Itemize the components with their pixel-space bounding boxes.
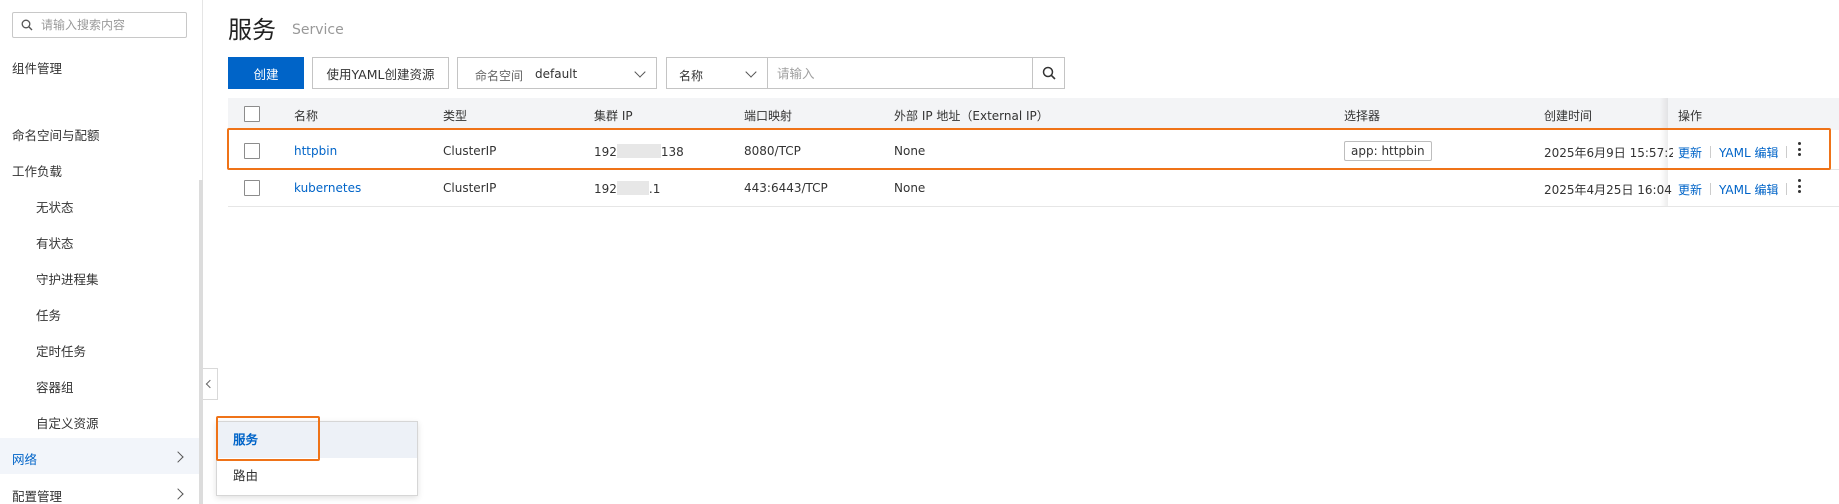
sidebar-collapse-button[interactable] [203, 368, 218, 400]
table-header: 名称 类型 集群 IP 端口映射 外部 IP 地址（External IP） 选… [228, 98, 1839, 130]
sidebar-item-jobs[interactable]: 任务 [36, 305, 61, 324]
search-icon [1042, 66, 1056, 80]
column-header-type: 类型 [443, 109, 468, 123]
table-row: kubernetes ClusterIP 192.1 443:6443/TCP … [228, 170, 1839, 207]
divider [1786, 183, 1788, 195]
select-all-checkbox[interactable] [244, 106, 260, 122]
cluster-ip: 192.1 [594, 181, 661, 196]
yaml-edit-link[interactable]: YAML 编辑 [1719, 183, 1778, 197]
update-link[interactable]: 更新 [1678, 183, 1702, 197]
divider [1710, 183, 1712, 195]
column-header-actions: 操作 [1678, 109, 1703, 123]
port-mapping: 443:6443/TCP [744, 181, 828, 195]
row-actions: 更新 YAML 编辑 [1678, 181, 1795, 198]
chevron-down-icon [634, 66, 646, 78]
sidebar-item-workloads[interactable]: 工作负载 [12, 161, 62, 180]
redacted-ip-mask [616, 181, 649, 195]
create-from-yaml-button[interactable]: 使用YAML创建资源 [312, 57, 449, 89]
page-title: 服务 [228, 16, 276, 44]
create-button[interactable]: 创建 [228, 57, 304, 89]
column-header-created: 创建时间 [1544, 109, 1593, 123]
sidebar-item-cronjobs[interactable]: 定时任务 [36, 341, 86, 360]
sidebar-item-deployments[interactable]: 无状态 [36, 197, 74, 216]
column-header-external-ip: 外部 IP 地址（External IP） [894, 109, 1049, 123]
column-header-cluster-ip: 集群 IP [594, 109, 633, 123]
column-header-selector: 选择器 [1344, 109, 1381, 123]
chevron-down-icon [745, 66, 757, 78]
created-time: 2025年4月25日 16:04:0 [1544, 183, 1673, 197]
chevron-left-icon [205, 379, 215, 389]
sidebar-item-network[interactable]: 网络 [12, 449, 37, 468]
row-checkbox[interactable] [244, 180, 260, 196]
resource-search: 名称 [666, 57, 1065, 89]
namespace-select[interactable]: 命名空间 default [457, 57, 657, 89]
namespace-value: default [535, 67, 578, 81]
search-field-value: 名称 [679, 69, 704, 83]
sidebar-item-component-management[interactable]: 组件管理 [12, 58, 62, 77]
search-field-select[interactable]: 名称 [667, 58, 768, 88]
search-button[interactable] [1032, 58, 1064, 88]
sidebar-item-custom-resources[interactable]: 自定义资源 [36, 413, 99, 432]
sidebar: 组件管理 命名空间与配额 工作负载 无状态 有状态 守护进程集 任务 定时任务 … [0, 0, 203, 504]
page-subtitle: Service [292, 22, 344, 38]
sidebar-search-input[interactable] [41, 16, 181, 34]
sidebar-item-config-management[interactable]: 配置管理 [12, 486, 62, 504]
sidebar-item-daemonsets[interactable]: 守护进程集 [36, 269, 99, 288]
search-input[interactable] [777, 64, 1017, 82]
service-type: ClusterIP [443, 181, 497, 195]
external-ip: None [894, 181, 926, 195]
sidebar-item-statefulsets[interactable]: 有状态 [36, 233, 74, 252]
submenu-item-ingress[interactable]: 路由 [217, 458, 417, 494]
sidebar-search[interactable] [12, 12, 187, 38]
service-name-link[interactable]: kubernetes [294, 181, 361, 195]
namespace-label: 命名空间 [475, 69, 524, 83]
column-header-name: 名称 [294, 109, 319, 123]
highlight-box-row [227, 128, 1831, 170]
search-icon [21, 19, 33, 31]
sidebar-item-pods[interactable]: 容器组 [36, 377, 74, 396]
highlight-box-submenu [216, 416, 320, 461]
chevron-right-icon [172, 488, 184, 500]
sidebar-scrollbar[interactable] [199, 180, 203, 504]
column-header-ports: 端口映射 [744, 109, 793, 123]
sidebar-item-namespace-quota[interactable]: 命名空间与配额 [12, 125, 100, 144]
more-actions-icon[interactable] [1798, 179, 1802, 195]
